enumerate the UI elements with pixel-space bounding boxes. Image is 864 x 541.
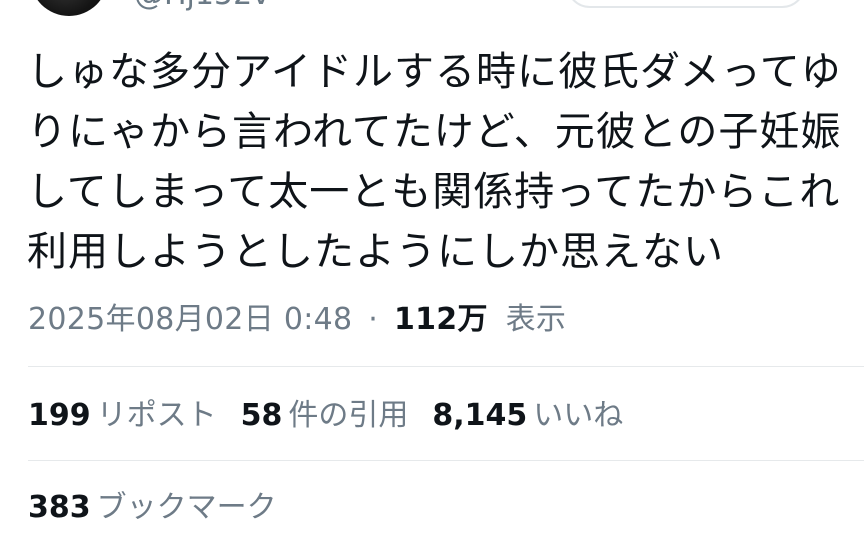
divider (28, 460, 864, 461)
views-label: 表示 (505, 302, 567, 337)
divider (28, 366, 864, 367)
engagement-stats: 199 リポスト 58 件の引用 8,145 いいね (28, 396, 647, 436)
views-count[interactable]: 112万 (394, 302, 488, 337)
quotes-count: 58 (240, 398, 283, 433)
author-handle[interactable]: @Hj152v (134, 0, 270, 10)
retweets-count: 199 (28, 398, 91, 433)
tweet-text-line: りにゃから言われてたけど、元彼との子妊娠 (27, 109, 842, 155)
bookmarks-label: ブックマーク (96, 490, 277, 525)
tweet-meta: 2025年08月02日 0:48 · 112万 表示 (28, 300, 566, 340)
quotes-label: 件の引用 (288, 398, 409, 433)
quotes-stat[interactable]: 58 件の引用 (241, 396, 409, 436)
likes-label: いいね (533, 398, 624, 433)
tweet-text: しゅな多分アイドルする時に彼氏ダメってゆ りにゃから言われてたけど、元彼との子妊… (27, 42, 847, 282)
meta-separator: · (368, 302, 379, 337)
bookmarks-count: 383 (28, 490, 91, 525)
likes-stat[interactable]: 8,145 いいね (432, 396, 623, 436)
tweet-text-line: してしまって太一とも関係持ってたからこれ (27, 169, 841, 215)
follow-button[interactable] (566, 0, 806, 8)
tweet-timestamp[interactable]: 2025年08月02日 0:48 (28, 302, 352, 337)
avatar[interactable] (30, 0, 108, 16)
retweets-stat[interactable]: 199 リポスト (28, 396, 217, 436)
tweet-detail: @Hj152v しゅな多分アイドルする時に彼氏ダメってゆ りにゃから言われてたけ… (0, 0, 864, 541)
bookmarks-stat-row: 383 ブックマーク (28, 488, 301, 528)
tweet-text-line: 利用しようとしたようにしか思えない (27, 229, 724, 275)
bookmarks-stat[interactable]: 383 ブックマーク (28, 488, 277, 528)
retweets-label: リポスト (96, 398, 217, 433)
tweet-text-line: しゅな多分アイドルする時に彼氏ダメってゆ (27, 49, 842, 95)
likes-count: 8,145 (432, 398, 528, 433)
